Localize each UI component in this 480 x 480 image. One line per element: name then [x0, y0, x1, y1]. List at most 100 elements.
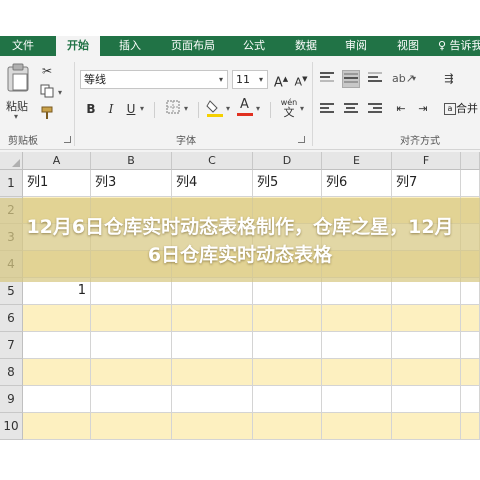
bold-button[interactable]: B — [82, 100, 100, 118]
table-cell[interactable] — [461, 332, 480, 359]
table-cell[interactable] — [461, 413, 480, 440]
font-size-combo[interactable]: 11 ▾ — [232, 70, 268, 89]
table-cell[interactable]: 列4 — [172, 170, 253, 197]
table-cell[interactable] — [461, 359, 480, 386]
orientation-icon[interactable]: ab↗ — [392, 70, 415, 88]
copy-icon[interactable] — [38, 84, 56, 102]
table-cell[interactable] — [461, 278, 480, 305]
table-cell[interactable]: 列5 — [253, 170, 322, 197]
table-cell[interactable] — [461, 170, 480, 197]
column-header-g-partial[interactable] — [461, 152, 480, 170]
border-chevron-down-icon[interactable]: ▾ — [184, 104, 188, 113]
row-header[interactable]: 1 — [0, 170, 23, 197]
column-header-d[interactable]: D — [253, 152, 322, 170]
underline-button[interactable]: U — [122, 100, 140, 118]
table-cell[interactable] — [23, 413, 91, 440]
format-painter-icon[interactable] — [38, 106, 56, 124]
tab-tell-me[interactable]: ♀ 告诉我 — [438, 36, 480, 56]
indent-decrease-icon[interactable]: ⇤ — [392, 100, 410, 118]
phonetic-icon[interactable]: wén 文 — [280, 98, 298, 118]
table-cell[interactable] — [392, 305, 461, 332]
tab-review[interactable]: 审阅 — [334, 36, 378, 56]
font-launcher-icon[interactable] — [298, 136, 305, 143]
table-cell[interactable] — [392, 413, 461, 440]
table-cell[interactable] — [461, 305, 480, 332]
table-cell[interactable] — [322, 386, 392, 413]
font-color-chevron-down-icon[interactable]: ▾ — [256, 104, 260, 113]
table-cell[interactable] — [253, 305, 322, 332]
table-cell[interactable] — [461, 386, 480, 413]
select-all-button[interactable] — [0, 152, 23, 170]
paste-icon[interactable] — [4, 62, 34, 94]
table-cell[interactable] — [322, 359, 392, 386]
row-header[interactable]: 8 — [0, 359, 23, 386]
font-name-combo[interactable]: 等线 ▾ — [80, 70, 228, 89]
table-cell[interactable] — [322, 278, 392, 305]
table-cell[interactable] — [392, 359, 461, 386]
align-center-icon[interactable] — [342, 100, 360, 118]
column-header-a[interactable]: A — [23, 152, 91, 170]
table-cell[interactable] — [172, 305, 253, 332]
font-size-chevron-down-icon[interactable]: ▾ — [255, 71, 267, 88]
table-cell[interactable] — [172, 359, 253, 386]
table-cell[interactable] — [322, 332, 392, 359]
table-cell[interactable] — [91, 332, 172, 359]
table-cell[interactable] — [253, 278, 322, 305]
table-cell[interactable] — [322, 305, 392, 332]
italic-button[interactable]: I — [102, 100, 120, 118]
table-cell[interactable]: 列1 — [23, 170, 91, 197]
table-cell[interactable] — [91, 359, 172, 386]
shrink-font-icon[interactable]: A▼ — [292, 70, 310, 89]
grow-font-icon[interactable]: A▲ — [272, 70, 290, 90]
tab-insert[interactable]: 插入 — [108, 36, 152, 56]
align-top-icon[interactable] — [318, 70, 336, 88]
column-header-f[interactable]: F — [392, 152, 461, 170]
table-cell[interactable] — [253, 332, 322, 359]
scissors-icon[interactable]: ✂ — [38, 62, 56, 80]
row-header[interactable]: 9 — [0, 386, 23, 413]
table-cell[interactable] — [172, 278, 253, 305]
tab-view[interactable]: 视图 — [386, 36, 430, 56]
table-cell[interactable] — [91, 413, 172, 440]
align-left-icon[interactable] — [318, 100, 336, 118]
border-icon[interactable] — [164, 100, 182, 118]
table-cell[interactable] — [23, 386, 91, 413]
underline-chevron-down-icon[interactable]: ▾ — [140, 104, 144, 113]
font-color-icon[interactable]: A — [236, 97, 254, 116]
fill-color-icon[interactable] — [206, 98, 224, 117]
tab-file[interactable]: 文件 — [2, 36, 44, 56]
table-cell[interactable] — [23, 359, 91, 386]
column-header-e[interactable]: E — [322, 152, 392, 170]
align-right-icon[interactable] — [366, 100, 384, 118]
table-cell[interactable] — [253, 413, 322, 440]
copy-chevron-down-icon[interactable]: ▾ — [58, 88, 62, 97]
indent-increase-icon[interactable]: ⇥ — [414, 100, 432, 118]
align-bottom-icon[interactable] — [366, 70, 384, 88]
table-cell[interactable] — [23, 332, 91, 359]
table-cell[interactable] — [253, 359, 322, 386]
paste-chevron-down-icon[interactable]: ▾ — [14, 112, 18, 121]
table-cell[interactable] — [392, 278, 461, 305]
orientation-chevron-down-icon[interactable]: ▾ — [412, 74, 416, 83]
row-header[interactable]: 10 — [0, 413, 23, 440]
table-cell[interactable] — [392, 386, 461, 413]
tab-formulas[interactable]: 公式 — [232, 36, 276, 56]
table-cell[interactable]: 列3 — [91, 170, 172, 197]
tab-page-layout[interactable]: 页面布局 — [160, 36, 226, 56]
column-header-c[interactable]: C — [172, 152, 253, 170]
table-cell[interactable]: 列7 — [392, 170, 461, 197]
table-cell[interactable] — [253, 386, 322, 413]
align-middle-icon[interactable] — [342, 70, 360, 88]
table-cell[interactable] — [172, 386, 253, 413]
table-cell[interactable] — [23, 305, 91, 332]
wrap-text-icon[interactable]: ⇶ — [440, 70, 458, 88]
table-cell[interactable] — [392, 332, 461, 359]
table-cell[interactable] — [91, 305, 172, 332]
table-cell[interactable] — [322, 413, 392, 440]
font-name-chevron-down-icon[interactable]: ▾ — [215, 71, 227, 88]
row-header[interactable]: 6 — [0, 305, 23, 332]
table-cell[interactable] — [91, 278, 172, 305]
tab-home[interactable]: 开始 — [56, 36, 100, 56]
table-cell[interactable] — [172, 413, 253, 440]
merge-center-button[interactable]: a 合并 — [444, 100, 480, 118]
